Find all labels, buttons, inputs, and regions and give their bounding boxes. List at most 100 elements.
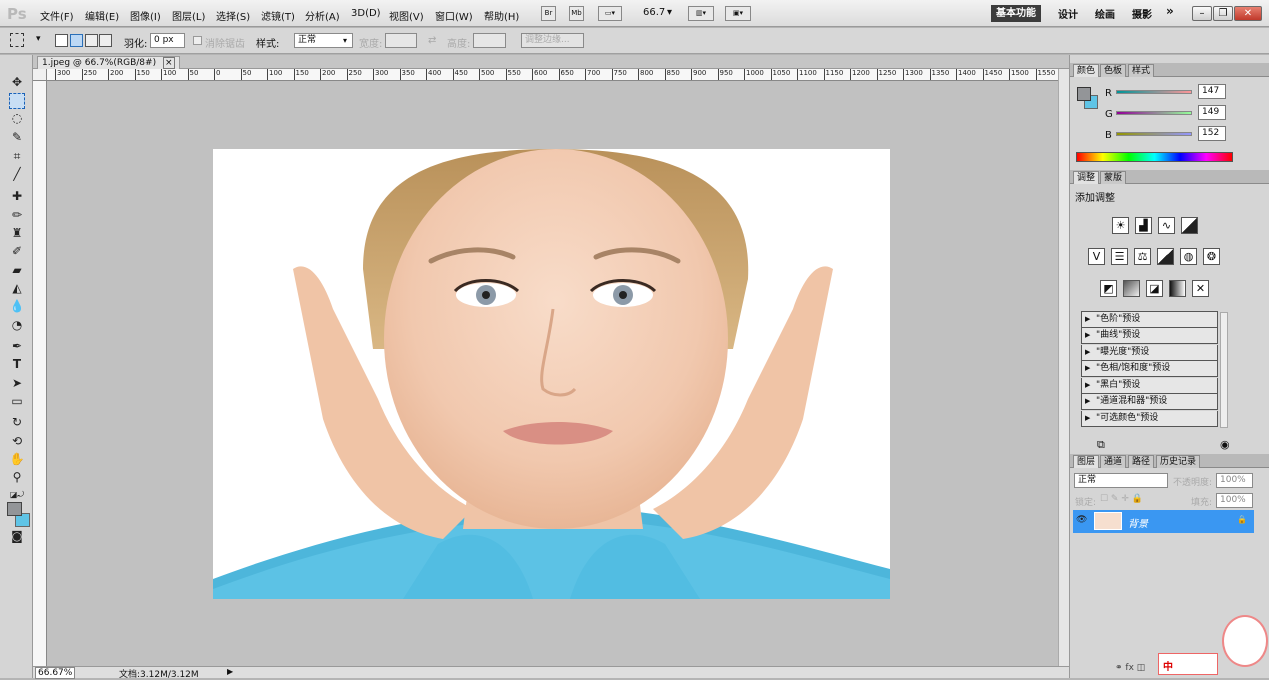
arrange-documents-button[interactable]: ▥▾	[688, 6, 714, 21]
threshold-icon[interactable]: ◪	[1146, 280, 1163, 297]
zoom-dropdown-icon[interactable]: ▾	[667, 7, 672, 18]
marquee-tool-icon[interactable]	[9, 93, 25, 109]
preset-exposure[interactable]: "曝光度"预设	[1081, 345, 1218, 361]
menu-edit[interactable]: 编辑(E)	[85, 8, 119, 23]
preset-channel-mixer[interactable]: "通道混和器"预设	[1081, 394, 1218, 410]
height-input[interactable]	[473, 33, 506, 48]
adjust-clip-icon[interactable]: ◉	[1220, 438, 1230, 451]
preset-curves[interactable]: "曲线"预设	[1081, 328, 1218, 344]
bridge-button[interactable]: Br	[541, 6, 556, 21]
tab-paths[interactable]: 路径	[1128, 455, 1155, 468]
menu-select[interactable]: 选择(S)	[216, 8, 250, 23]
adjust-return-icon[interactable]: ⧉	[1097, 438, 1105, 452]
new-selection-icon[interactable]	[55, 34, 68, 47]
more-workspaces-icon[interactable]: »	[1166, 4, 1174, 18]
clone-stamp-tool-icon[interactable]: ♜	[9, 225, 25, 241]
color-balance-icon[interactable]: ⚖	[1134, 248, 1151, 265]
marquee-preset-icon[interactable]	[10, 33, 24, 47]
color-spectrum[interactable]	[1076, 152, 1233, 162]
layer-footer-icons[interactable]: ⚭ fx ◫	[1115, 663, 1145, 673]
lock-icons[interactable]: ☐ ✎ ✛ 🔒	[1100, 494, 1143, 504]
menu-view[interactable]: 视图(V)	[389, 8, 424, 23]
minimize-button[interactable]: –	[1192, 6, 1212, 21]
layer-row-background[interactable]: 👁 背景 🔒	[1073, 510, 1254, 533]
blend-mode-select[interactable]: 正常	[1074, 473, 1168, 488]
vertical-ruler[interactable]	[33, 81, 47, 666]
foreground-color-swatch[interactable]	[7, 502, 22, 516]
channel-mixer-icon[interactable]: ❂	[1203, 248, 1220, 265]
curves-icon[interactable]: ∿	[1158, 217, 1175, 234]
preset-selective-color[interactable]: "可选颜色"预设	[1081, 411, 1218, 427]
layer-name[interactable]: 背景	[1128, 515, 1148, 530]
posterize-icon[interactable]	[1123, 280, 1140, 297]
menu-image[interactable]: 图像(I)	[130, 8, 161, 23]
history-brush-tool-icon[interactable]: ✐	[9, 243, 25, 259]
tab-masks[interactable]: 蒙版	[1100, 171, 1127, 184]
panel-fg-swatch[interactable]	[1077, 87, 1091, 101]
move-tool-icon[interactable]: ✥	[9, 74, 25, 90]
vertical-scrollbar[interactable]	[1058, 69, 1069, 666]
close-document-icon[interactable]: ×	[162, 57, 175, 69]
close-button[interactable]: ✕	[1234, 6, 1262, 21]
3d-orbit-tool-icon[interactable]: ⟲	[9, 433, 25, 449]
opacity-input[interactable]: 100%	[1216, 473, 1253, 488]
antialias-checkbox[interactable]	[193, 36, 202, 45]
swap-icon[interactable]: ⇄	[428, 35, 436, 46]
zoom-level[interactable]: 66.7	[643, 7, 665, 18]
3d-rotate-tool-icon[interactable]: ↻	[9, 414, 25, 430]
workspace-design[interactable]: 设计	[1058, 6, 1078, 21]
menu-3d[interactable]: 3D(D)	[351, 8, 381, 19]
brush-tool-icon[interactable]: ✏	[9, 207, 25, 223]
vibrance-icon[interactable]: V	[1088, 248, 1105, 265]
eraser-tool-icon[interactable]: ▰	[9, 262, 25, 278]
fill-input[interactable]: 100%	[1216, 493, 1253, 508]
type-tool-icon[interactable]: T	[9, 356, 25, 372]
b-slider[interactable]	[1116, 132, 1192, 136]
preset-dropdown-icon[interactable]: ▾	[36, 34, 41, 44]
paint-bucket-tool-icon[interactable]: ◭	[9, 280, 25, 296]
zoom-tool-icon[interactable]: ⚲	[9, 469, 25, 485]
black-white-icon[interactable]	[1157, 248, 1174, 265]
hand-tool-icon[interactable]: ✋	[9, 451, 25, 467]
default-colors-icon[interactable]: ◪⤾	[9, 487, 25, 503]
dodge-tool-icon[interactable]: ◔	[9, 317, 25, 333]
preset-black-white[interactable]: "黑白"预设	[1081, 378, 1218, 394]
view-extras-button[interactable]: ▭▾	[598, 6, 622, 21]
eyedropper-tool-icon[interactable]: ╱	[9, 166, 25, 182]
ruler-corner[interactable]	[33, 69, 47, 81]
tab-layers[interactable]: 图层	[1073, 455, 1100, 468]
feather-input[interactable]: 0 px	[150, 33, 185, 48]
status-menu-icon[interactable]: ▶	[227, 667, 233, 676]
preset-hue-saturation[interactable]: "色相/饱和度"预设	[1081, 361, 1218, 377]
path-selection-tool-icon[interactable]: ➤	[9, 375, 25, 391]
menu-file[interactable]: 文件(F)	[40, 8, 74, 23]
tab-channels[interactable]: 通道	[1100, 455, 1127, 468]
r-value[interactable]: 147	[1198, 84, 1226, 99]
invert-icon[interactable]: ◩	[1100, 280, 1117, 297]
crop-tool-icon[interactable]: ⌗	[9, 148, 25, 164]
document-tab[interactable]: 1.jpeg @ 66.7%(RGB/8#) ×	[37, 56, 180, 69]
menu-analysis[interactable]: 分析(A)	[305, 8, 340, 23]
tab-color[interactable]: 颜色	[1073, 64, 1100, 77]
ime-indicator[interactable]: 中	[1158, 653, 1218, 675]
quick-mask-icon[interactable]: ◙	[9, 528, 25, 544]
quick-selection-tool-icon[interactable]: ✎	[9, 129, 25, 145]
presets-scrollbar[interactable]	[1220, 312, 1228, 428]
menu-window[interactable]: 窗口(W)	[435, 8, 473, 23]
brightness-icon[interactable]: ☀	[1112, 217, 1129, 234]
style-dropdown-icon[interactable]: ▾	[343, 36, 347, 45]
restore-button[interactable]: ❐	[1213, 6, 1233, 21]
healing-brush-tool-icon[interactable]: ✚	[9, 188, 25, 204]
pen-tool-icon[interactable]: ✒	[9, 338, 25, 354]
lasso-tool-icon[interactable]: ◌	[9, 110, 25, 126]
hue-saturation-icon[interactable]: ☰	[1111, 248, 1128, 265]
mini-bridge-button[interactable]: Mb	[569, 6, 584, 21]
g-slider[interactable]	[1116, 111, 1192, 115]
workspace-painting[interactable]: 绘画	[1095, 6, 1115, 21]
zoom-percent-field[interactable]: 66.67%	[35, 667, 76, 679]
selective-color-icon[interactable]: ✕	[1192, 280, 1209, 297]
tab-styles[interactable]: 样式	[1128, 64, 1155, 77]
levels-icon[interactable]: ▟	[1135, 217, 1152, 234]
horizontal-ruler[interactable]: 300 250 200 150 100 50 0 50 100 150 200 250 300 350 40…	[47, 69, 1058, 81]
refine-edge-button[interactable]: 调整边缘...	[521, 33, 584, 48]
